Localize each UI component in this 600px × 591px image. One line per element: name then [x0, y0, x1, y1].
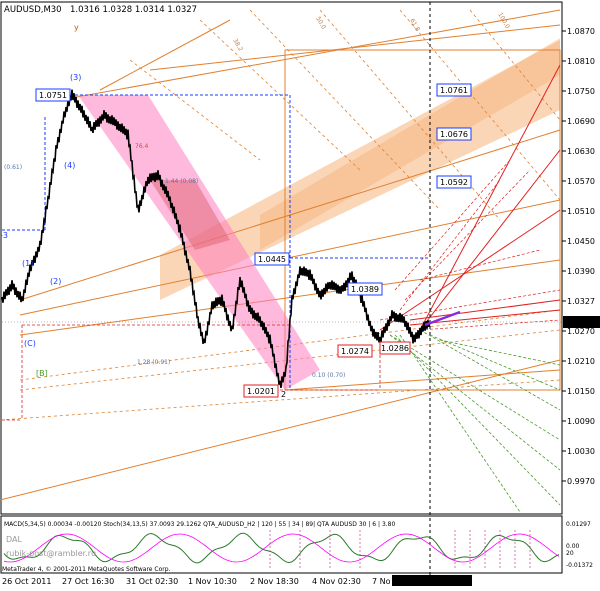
fib-label-010: 0.10 (0.70) [312, 372, 345, 379]
price-tick-label: 1.0630 [567, 147, 595, 156]
price-box-1-0286[interactable]: 1.0286 [379, 341, 411, 355]
price-box-1-0389-label: 1.0389 [351, 285, 379, 294]
indicator-scale-20: 20 [566, 550, 574, 557]
price-tick-label: 1.0570 [567, 177, 595, 186]
chart-window[interactable]: 1.0751 1.0761 1.0676 1.0592 1.0445 1.038… [0, 0, 600, 591]
price-tick-label: 1.0210 [567, 357, 595, 366]
price-box-1-0445[interactable]: 1.0445 [254, 252, 290, 266]
fib-label-144: 1.44 (0.08) [165, 178, 198, 185]
wave-label-3: (3) [70, 73, 81, 82]
wave-label-b: [B] [36, 369, 48, 378]
current-price-label: 1.0327 [566, 318, 594, 327]
price-box-1-0274[interactable]: 1.0274 [337, 344, 373, 358]
price-box-1-0751-label: 1.0751 [39, 91, 67, 100]
price-box-1-0274-label: 1.0274 [341, 347, 369, 356]
price-tick-label: 1.0870 [567, 27, 595, 36]
time-cursor-tag: 2011.11.08 16:38 [392, 575, 472, 586]
price-box-1-0761-label: 1.0761 [440, 86, 468, 95]
price-box-1-0761[interactable]: 1.0761 [436, 83, 472, 97]
price-box-1-0286-label: 1.0286 [381, 344, 409, 353]
price-tick-label: 1.0150 [567, 387, 595, 396]
indicator-scale-bottom: -0.01372 [566, 562, 593, 569]
wave-label-4: (4) [64, 161, 75, 170]
price-box-1-0751[interactable]: 1.0751 [35, 88, 71, 102]
price-tick-label: 0.9970 [567, 477, 595, 486]
time-tick-label: 2 Nov 18:30 [250, 577, 299, 586]
price-tick-label: 1.0390 [567, 267, 595, 276]
price-box-1-0201-label: 1.0201 [247, 387, 275, 396]
price-tick-label: 1.0810 [567, 57, 595, 66]
wave-label-two: 2 [281, 390, 286, 399]
price-tick-label: 1.0750 [567, 87, 595, 96]
price-box-1-0676[interactable]: 1.0676 [436, 127, 472, 141]
time-tick-label: 31 Oct 02:30 [126, 577, 178, 586]
price-box-1-0676-label: 1.0676 [440, 130, 468, 139]
price-tick-label: 1.0327 [567, 297, 595, 306]
current-price-tag: 1.0327 [563, 316, 600, 328]
fib-label-061: (0.61) [4, 164, 22, 171]
wave-label-2: (2) [50, 277, 61, 286]
price-tick-label: 1.0270 [567, 327, 595, 336]
indicator-legend: MACD(5,34,5) 0.00034 -0.00120 Stoch(34,1… [4, 521, 395, 528]
wave-label-c: (C) [24, 339, 36, 348]
price-tick-label: 1.0090 [567, 417, 595, 426]
time-tick-label: 1 Nov 10:30 [188, 577, 237, 586]
chart-ohlc: 1.0316 1.0328 1.0314 1.0327 [70, 5, 197, 15]
price-tick-label: 1.0510 [567, 207, 595, 216]
y-mark: y [74, 23, 79, 32]
fib-label-764: 76.4 [135, 143, 149, 150]
price-box-1-0389[interactable]: 1.0389 [347, 282, 383, 296]
price-box-1-0201[interactable]: 1.0201 [243, 384, 279, 398]
copyright: MetaTrader 4, © 2001-2011 MetaQuotes Sof… [2, 566, 171, 573]
time-tick-label: 7 No [372, 577, 391, 586]
price-box-1-0445-label: 1.0445 [258, 255, 286, 264]
watermark-email: rubik-post@rambler.ru [6, 549, 96, 558]
time-cursor-label: 2011.11.08 16:38 [395, 577, 466, 586]
time-tick-label: 26 Oct 2011 [2, 577, 51, 586]
price-tick-label: 1.0030 [567, 447, 595, 456]
chart-symbol: AUDUSD,M30 [4, 5, 62, 15]
price-tick-label: 1.0690 [567, 117, 595, 126]
wave-label-1: (1) [22, 259, 33, 268]
fib-label-128: 1.28 (0.91) [137, 359, 170, 366]
indicator-scale-mid: 0.00 [566, 543, 580, 550]
price-box-1-0592[interactable]: 1.0592 [436, 175, 472, 189]
wave-label-lt: -3 [0, 231, 8, 240]
price-box-1-0592-label: 1.0592 [440, 178, 468, 187]
indicator-scale-top: 0.01297 [566, 521, 591, 528]
watermark-dal: DAL [6, 535, 22, 544]
time-tick-label: 4 Nov 02:30 [312, 577, 361, 586]
price-tick-label: 1.0450 [567, 237, 595, 246]
time-tick-label: 27 Oct 16:30 [62, 577, 114, 586]
